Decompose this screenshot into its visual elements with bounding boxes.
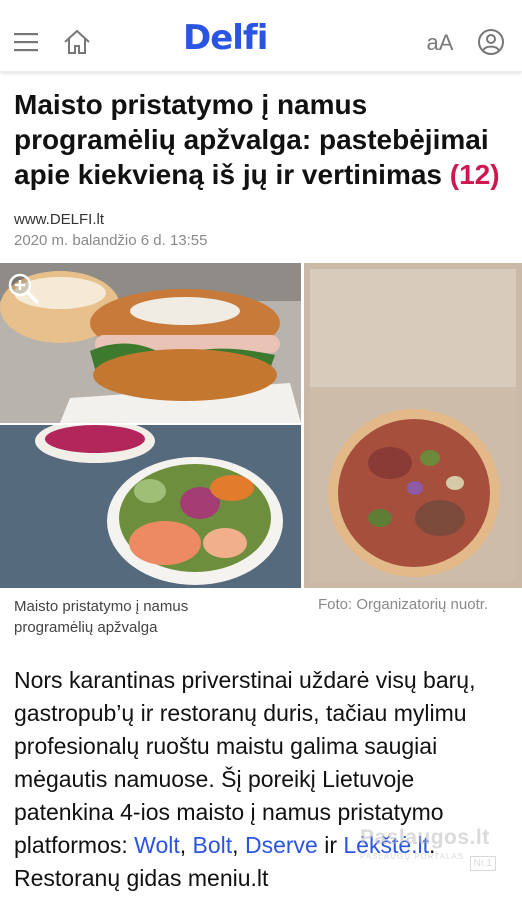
article-photo[interactable] — [0, 263, 522, 588]
top-bar: Delfi aA — [0, 0, 522, 72]
article-source: www.DELFI.lt — [14, 211, 105, 228]
hamburger-icon — [14, 33, 38, 52]
zoom-in-icon — [8, 273, 39, 304]
home-button[interactable] — [60, 25, 94, 59]
link-dserve[interactable]: Dserve — [245, 832, 318, 858]
zoom-button[interactable] — [6, 271, 40, 305]
article-title-text: Maisto pristatymo į namus programėlių ap… — [14, 89, 489, 190]
font-size-button[interactable]: aA — [420, 26, 460, 60]
link-wolt[interactable]: Wolt — [134, 832, 180, 858]
separator: , — [179, 832, 193, 858]
article-title: Maisto pristatymo į namus programėlių ap… — [14, 87, 510, 192]
menu-button[interactable] — [10, 27, 42, 57]
separator: , — [232, 832, 245, 858]
photo-credit: Foto: Organizatorių nuotr. — [318, 596, 489, 613]
comment-count-link[interactable]: (12) — [450, 159, 500, 190]
watermark-badge: Nr.1 — [469, 856, 496, 871]
user-button[interactable] — [476, 26, 506, 58]
separator: ir — [317, 832, 344, 858]
food-collage-image — [0, 263, 522, 588]
user-icon — [478, 29, 504, 55]
photo-caption: Maisto pristatymo į namus programėlių ap… — [14, 598, 189, 636]
article-date: 2020 m. balandžio 6 d. 13:55 — [14, 232, 208, 249]
link-bolt[interactable]: Bolt — [193, 832, 233, 858]
watermark: Paslaugos.lt PASLAUGŲ PORTALAS Nr.1 — [360, 826, 500, 878]
watermark-text: Paslaugos.lt — [360, 826, 490, 849]
delfi-logo[interactable]: Delfi — [183, 18, 268, 58]
home-icon — [64, 29, 90, 54]
